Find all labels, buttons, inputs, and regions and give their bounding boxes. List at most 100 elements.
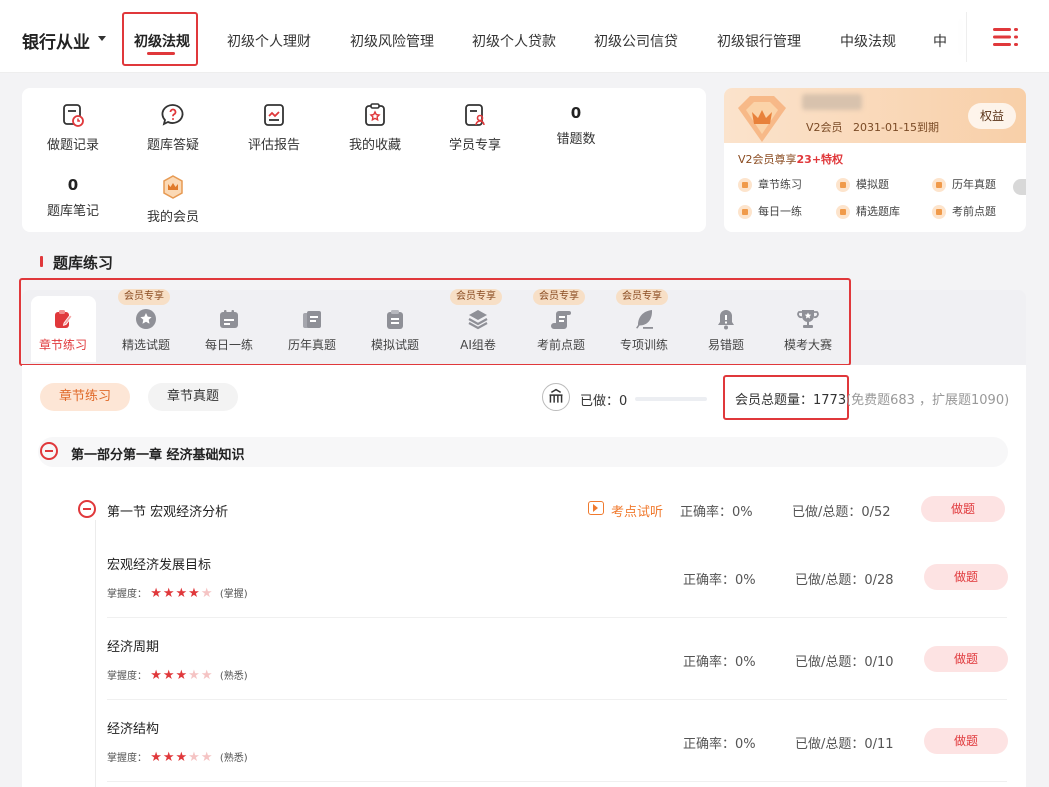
tool-qa[interactable]: 题库答疑 — [123, 102, 223, 153]
wrong-count-label: 错题数 — [556, 132, 596, 147]
mastery-label: 掌握度： — [107, 671, 147, 682]
tab-more-partial[interactable]: 中 — [933, 31, 947, 51]
star-empty-icon: ★ — [188, 668, 201, 683]
tool-student[interactable]: 学员专享 — [425, 102, 525, 153]
vip-level: V2会员 — [806, 121, 843, 134]
student-icon — [465, 104, 485, 126]
kp-practice-button[interactable]: 做题 — [924, 564, 1008, 590]
record-icon — [63, 104, 84, 127]
mastery-level: (掌握) — [219, 589, 248, 600]
row-divider — [107, 617, 1007, 618]
menu-divider — [966, 12, 967, 62]
star-empty-icon: ★ — [200, 668, 214, 683]
tool-favorites[interactable]: 我的收藏 — [325, 102, 425, 153]
kp-practice-button[interactable]: 做题 — [924, 728, 1008, 754]
vip-item-mock[interactable]: 模拟题 — [836, 176, 889, 192]
section-accuracy: 正确率：0% — [680, 505, 753, 520]
pre-exam-icon — [932, 205, 946, 219]
tab-chuji-gongsi-xindai[interactable]: 初级公司信贷 — [594, 31, 678, 51]
vip-privilege-text: V2会员尊享23+特权 — [738, 151, 843, 167]
mastery-label: 掌握度： — [107, 753, 147, 764]
tab-chuji-fengxian-guanli[interactable]: 初级风险管理 — [350, 31, 434, 51]
user-name-blurred — [802, 94, 862, 110]
tree-connector-line — [95, 520, 96, 787]
star-empty-icon: ★ — [200, 750, 214, 765]
star-filled-icon: ★ — [175, 586, 189, 601]
vip-item-label: 考前点题 — [952, 205, 996, 218]
done-counter-icon — [542, 383, 570, 411]
mastery-stars: ★★★★★ — [150, 668, 213, 683]
vip-item-selected[interactable]: 精选题库 — [836, 203, 900, 219]
mock-exam-icon — [836, 178, 850, 192]
star-filled-icon: ★ — [162, 668, 176, 683]
tab-chuji-geren-daikuan[interactable]: 初级个人贷款 — [472, 31, 556, 51]
total-questions-breakdown: (免费题683 ，扩展题1090) — [846, 393, 1010, 408]
tool-notes[interactable]: 0 题库笔记 — [23, 172, 123, 219]
kp-practice-button[interactable]: 做题 — [924, 646, 1008, 672]
kp-done-total: 已做/总题：0/10 — [795, 655, 894, 670]
tool-favorites-label: 我的收藏 — [348, 138, 401, 153]
kp-accuracy: 正确率：0% — [683, 573, 756, 588]
tool-record-label: 做题记录 — [46, 138, 99, 153]
done-count-label: 已做： — [580, 394, 620, 409]
section-practice-button[interactable]: 做题 — [921, 496, 1005, 522]
mastery-stars: ★★★★★ — [150, 586, 213, 601]
tool-my-vip-label: 我的会员 — [146, 210, 199, 225]
vip-item-label: 历年真题 — [952, 178, 996, 191]
kp-title: 经济周期 — [107, 640, 160, 655]
vip-privilege-prefix: V2会员尊享 — [738, 153, 797, 166]
vip-item-daily[interactable]: 每日一练 — [738, 203, 802, 219]
vip-item-label: 章节练习 — [758, 178, 802, 191]
daily-practice-icon — [738, 205, 752, 219]
vip-card: V2会员 2031-01-15到期 权益 V2会员尊享23+特权 章节练习 模拟… — [724, 88, 1026, 232]
chapter-title: 第一部分第一章 经济基础知识 — [71, 448, 245, 463]
vip-rights-button[interactable]: 权益 — [968, 103, 1016, 129]
star-empty-icon: ★ — [188, 750, 201, 765]
tool-report-label: 评估报告 — [247, 138, 300, 153]
filter-chapter-exam[interactable]: 章节真题 — [148, 383, 238, 411]
row-divider — [107, 781, 1007, 782]
listen-preview-link[interactable]: 考点试听 — [611, 501, 663, 520]
menu-list-icon[interactable] — [993, 28, 1019, 46]
exam-category-selector[interactable]: 银行从业 — [22, 28, 90, 53]
vip-item-predict[interactable]: 考前点题 — [932, 203, 996, 219]
vip-item-past[interactable]: 历年真题 — [932, 176, 996, 192]
tab-chuji-fagui[interactable]: 初级法规 — [134, 31, 190, 51]
section-title-marker — [40, 256, 43, 267]
tool-report[interactable]: 评估报告 — [224, 102, 324, 153]
question-icon — [161, 104, 184, 126]
vip-item-label: 每日一练 — [758, 205, 802, 218]
star-empty-icon: ★ — [200, 586, 214, 601]
mastery-label: 掌握度： — [107, 589, 147, 600]
kp-done-total: 已做/总题：0/11 — [795, 737, 894, 752]
done-progress-bar — [635, 397, 707, 401]
star-filled-icon: ★ — [162, 750, 176, 765]
kp-done-total: 已做/总题：0/28 — [795, 573, 894, 588]
wrong-count-value: 0 — [570, 104, 582, 122]
mastery-stars: ★★★★★ — [150, 750, 213, 765]
star-filled-icon: ★ — [150, 668, 163, 683]
caret-down-icon[interactable] — [98, 36, 106, 41]
video-play-icon[interactable] — [588, 501, 604, 515]
report-icon — [264, 104, 284, 126]
active-tab-underline — [147, 52, 175, 55]
star-filled-icon: ★ — [175, 750, 189, 765]
kp-mastery: 掌握度： ★★★★★ (熟悉) — [107, 749, 248, 765]
section-title: 题库练习 — [53, 254, 114, 272]
filter-chapter-practice[interactable]: 章节练习 — [40, 383, 130, 411]
mastery-level: (熟悉) — [219, 671, 248, 682]
vip-item-chapter[interactable]: 章节练习 — [738, 176, 802, 192]
kp-title: 宏观经济发展目标 — [107, 558, 212, 573]
tool-my-vip[interactable]: 我的会员 — [123, 174, 223, 225]
favorite-icon — [365, 103, 385, 126]
tool-wrong-count[interactable]: 0 错题数 — [526, 100, 626, 147]
tab-chuji-geren-licai[interactable]: 初级个人理财 — [227, 31, 311, 51]
tab-zhongji-fagui[interactable]: 中级法规 — [840, 31, 896, 51]
collapse-chapter-icon[interactable] — [40, 442, 58, 460]
tab-chuji-yinhang-guanli[interactable]: 初级银行管理 — [717, 31, 801, 51]
past-papers-icon — [932, 178, 946, 192]
tool-record[interactable]: 做题记录 — [23, 102, 123, 153]
star-filled-icon: ★ — [150, 586, 163, 601]
collapse-section-icon[interactable] — [78, 500, 96, 518]
chevron-right-icon[interactable] — [1013, 179, 1026, 195]
